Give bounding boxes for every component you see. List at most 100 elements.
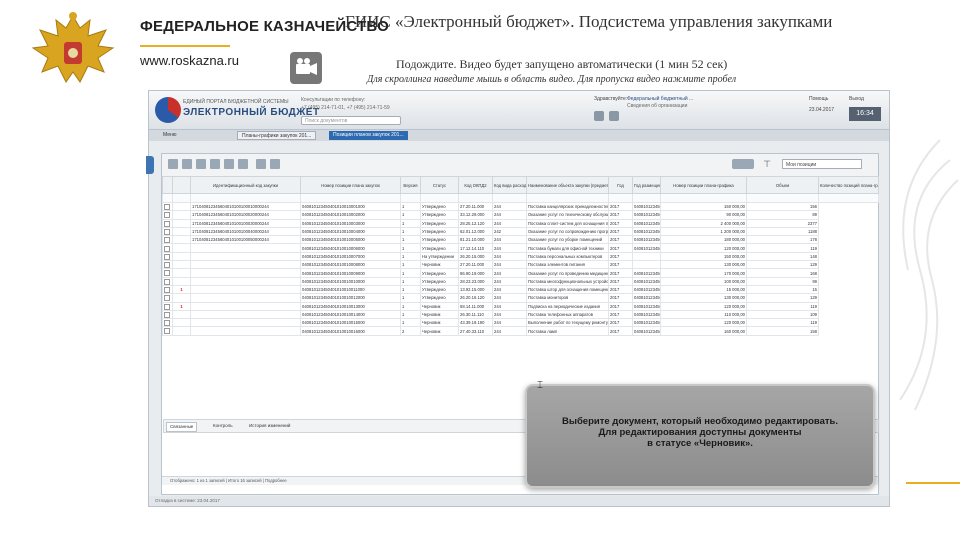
- filter-cell[interactable]: [526, 193, 609, 203]
- notifications-icon[interactable]: [609, 111, 619, 121]
- row-checkbox[interactable]: [162, 293, 173, 303]
- settings-icon[interactable]: [594, 111, 604, 121]
- table-row[interactable]: 171040812345604010100100030000244 0408101…: [162, 218, 879, 228]
- column-header[interactable]: Идентификационный код закупки: [190, 176, 301, 194]
- row-flag: [172, 201, 191, 212]
- table-row[interactable]: 171040812345604010100100020000244 0408101…: [162, 210, 879, 220]
- table-row[interactable]: 171040812345604010100100040000244 0408101…: [162, 226, 879, 237]
- refresh-icon[interactable]: [256, 159, 266, 169]
- table-row[interactable]: 040810123450401010010008000 1 Черновик 27.2…: [162, 260, 879, 270]
- filter-cell[interactable]: [162, 193, 173, 203]
- column-header[interactable]: Объем: [746, 176, 819, 194]
- row-checkbox[interactable]: [162, 251, 173, 262]
- tab-menu[interactable]: Меню: [159, 131, 181, 140]
- help-link[interactable]: Помощь: [809, 96, 828, 102]
- table-row[interactable]: 171040812345604010100100010000244 0408101…: [162, 201, 879, 212]
- row-checkbox[interactable]: [162, 309, 173, 320]
- table-cell: 1: [400, 309, 421, 320]
- delete-icon[interactable]: [210, 159, 220, 169]
- side-panel-handle[interactable]: [146, 156, 154, 174]
- user-name-link[interactable]: Федеральный бюджетный ...: [627, 96, 693, 102]
- column-header[interactable]: [172, 176, 191, 194]
- tab-history[interactable]: История изменений: [246, 422, 293, 430]
- row-checkbox[interactable]: [162, 243, 173, 253]
- exit-link[interactable]: Выход: [849, 96, 864, 102]
- filter-cell[interactable]: [400, 193, 421, 203]
- user-role-link[interactable]: Сведения об организации: [627, 103, 687, 109]
- open-icon[interactable]: [182, 159, 192, 169]
- column-header[interactable]: Год размещения извещения: [632, 176, 661, 194]
- column-header[interactable]: Код ОКПД2: [458, 176, 493, 194]
- filter-cell[interactable]: [458, 193, 493, 203]
- table-cell: [190, 309, 301, 320]
- row-checkbox[interactable]: [162, 301, 173, 311]
- actions-dropdown-button[interactable]: [732, 159, 754, 169]
- column-header[interactable]: Версия: [400, 176, 421, 194]
- table-cell: Утверждено: [420, 268, 459, 278]
- table-cell: 040810123450401010010006: [632, 243, 661, 253]
- export-icon[interactable]: [224, 159, 234, 169]
- column-header[interactable]: Номер позиции плана-графика: [660, 176, 747, 194]
- filter-cell[interactable]: [818, 193, 879, 203]
- filter-icon[interactable]: ⊤: [762, 159, 772, 169]
- row-checkbox[interactable]: [162, 218, 173, 228]
- row-checkbox[interactable]: [162, 284, 173, 295]
- tab-plan-positions[interactable]: Позиции планов закупок 201...: [329, 131, 408, 140]
- tab-schedule-plans[interactable]: Планы-графики закупок 201...: [237, 131, 317, 140]
- filter-cell[interactable]: [172, 193, 191, 203]
- row-checkbox[interactable]: [162, 318, 173, 328]
- column-header[interactable]: Количество позиций плана-графика: [818, 176, 879, 194]
- table-cell: 040810123450401010010010000: [300, 276, 401, 286]
- print-icon[interactable]: [238, 159, 248, 169]
- create-icon[interactable]: [168, 159, 178, 169]
- table-cell: 1: [400, 201, 421, 212]
- column-header[interactable]: Наименование объекта закупки (предмет ко…: [526, 176, 609, 194]
- column-header[interactable]: Статус: [420, 176, 459, 194]
- table-row[interactable]: 1 040810123450401010010011000 1 Утверждено 1…: [162, 284, 879, 295]
- table-row[interactable]: 040810123450401010010006000 1 Утверждено 17…: [162, 243, 879, 253]
- grid-filter-row[interactable]: [162, 193, 879, 203]
- table-row[interactable]: 040810123450401010010007000 1 На утвержден…: [162, 251, 879, 262]
- row-checkbox[interactable]: [162, 276, 173, 286]
- filter-cell[interactable]: [420, 193, 459, 203]
- filter-cell[interactable]: [300, 193, 401, 203]
- filter-cell[interactable]: [492, 193, 527, 203]
- row-checkbox[interactable]: [162, 226, 173, 237]
- edit-icon[interactable]: [196, 159, 206, 169]
- table-row[interactable]: 040810123450401010010014000 1 Черновик 26.3…: [162, 309, 879, 320]
- table-row[interactable]: 040810123450401010010015000 1 Черновик 43.3…: [162, 318, 879, 328]
- tab-control[interactable]: Контроль: [210, 422, 236, 430]
- tab-related[interactable]: Связанные: [166, 422, 198, 432]
- table-row[interactable]: 040810123450401010010010000 1 Утверждено 28…: [162, 276, 879, 286]
- pager-summary[interactable]: Отображено: 1 из 1 записей | Итого 16 за…: [170, 477, 287, 485]
- row-checkbox[interactable]: [162, 235, 173, 245]
- search-input[interactable]: Поиск документов: [301, 116, 401, 125]
- column-header[interactable]: Год: [608, 176, 633, 194]
- row-checkbox[interactable]: [162, 268, 173, 278]
- table-row[interactable]: 040810123450401010010009000 1 Утверждено 86…: [162, 268, 879, 278]
- filter-cell[interactable]: [190, 193, 301, 203]
- column-header[interactable]: Код вида расходов: [492, 176, 527, 194]
- table-row[interactable]: 171040812345604010100100050000244 0408101…: [162, 235, 879, 245]
- filter-cell[interactable]: [608, 193, 633, 203]
- column-header[interactable]: [162, 176, 173, 194]
- row-checkbox[interactable]: [162, 260, 173, 270]
- support-phone: +7 (495) 214-71-01, +7 (495) 214-71-59: [301, 105, 390, 111]
- filter-cell[interactable]: [746, 193, 819, 203]
- column-header[interactable]: Номер позиции плана закупок: [300, 176, 401, 194]
- filter-cell[interactable]: [660, 193, 747, 203]
- table-row[interactable]: 040810123450401010010012000 1 Утверждено 26…: [162, 293, 879, 303]
- table-cell: 1: [400, 226, 421, 237]
- row-checkbox[interactable]: [162, 326, 173, 336]
- table-row[interactable]: 1 040810123450401010010013000 1 Черновик 58.…: [162, 301, 879, 311]
- video-camera-icon[interactable]: [290, 52, 322, 84]
- table-cell: 2 400 000,00: [660, 218, 747, 228]
- table-row[interactable]: 040810123450401010010016000 2 Черновик 27.4…: [162, 326, 879, 336]
- row-checkbox[interactable]: [162, 201, 173, 212]
- filter-cell[interactable]: [632, 193, 661, 203]
- filter-select[interactable]: Мои позиции: [782, 159, 862, 169]
- grid-toolbar: ⊤ Мои позиции: [162, 154, 878, 177]
- columns-icon[interactable]: [270, 159, 280, 169]
- row-checkbox[interactable]: [162, 210, 173, 220]
- video-hint-text: Для скроллинга наведите мышь в область в…: [367, 74, 737, 85]
